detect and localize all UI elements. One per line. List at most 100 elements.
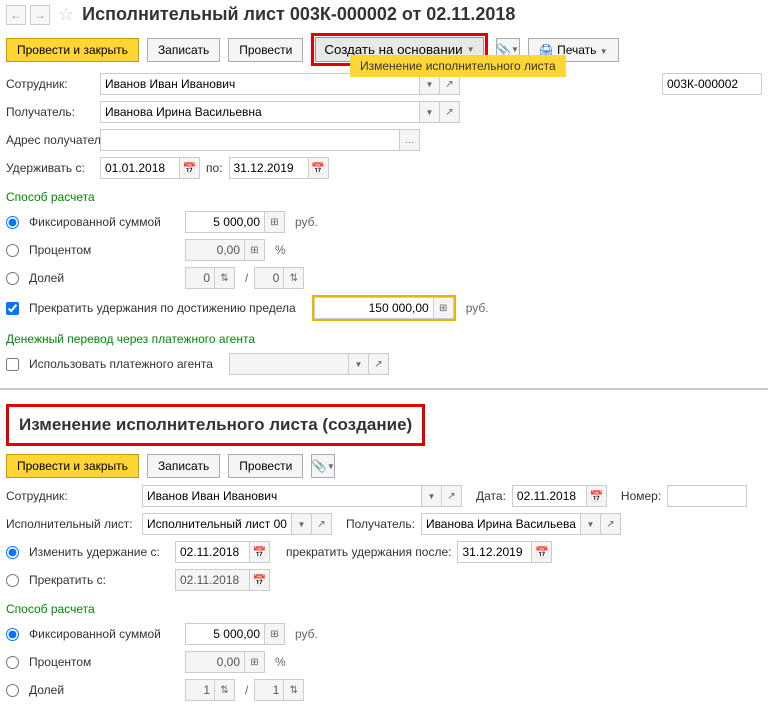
recipient-label: Получатель: (6, 105, 94, 119)
calendar-icon[interactable]: 📅 (250, 541, 270, 563)
write-button-2[interactable]: Записать (147, 454, 220, 478)
fixed-unit-2: руб. (295, 627, 318, 641)
withhold-from-label: Удерживать с: (6, 161, 94, 175)
attach-button-2[interactable]: 📎▼ (311, 454, 335, 478)
stop-date-input[interactable] (457, 541, 532, 563)
share-label: Долей (29, 271, 179, 285)
agent-section-title: Денежный перевод через платежного агента (0, 328, 768, 350)
percent-unit-2: % (275, 655, 286, 669)
share-a-input (185, 267, 215, 289)
spinner-icon: ⊞ (245, 239, 265, 261)
nav-back[interactable]: ← (6, 5, 26, 25)
recipient-input[interactable] (100, 101, 420, 123)
percent-radio-2[interactable] (6, 656, 19, 669)
sheet-label: Исполнительный лист: (6, 517, 136, 531)
address-input[interactable] (100, 129, 400, 151)
fixed-value-input-2[interactable] (185, 623, 265, 645)
page-title-2: Изменение исполнительного листа (создани… (19, 415, 412, 434)
percent-value-input-2 (185, 651, 245, 673)
fixed-unit: руб. (295, 215, 318, 229)
limit-value-input[interactable] (314, 297, 434, 319)
docnum-input[interactable] (662, 73, 762, 95)
spinner-icon: ⇅ (215, 679, 235, 701)
date-to-input[interactable] (229, 157, 309, 179)
recipient-input-2[interactable] (421, 513, 581, 535)
stop-from-label: Прекратить с: (29, 573, 169, 587)
conduct-button-2[interactable]: Провести (228, 454, 303, 478)
fixed-value-input[interactable] (185, 211, 265, 233)
share-radio[interactable] (6, 272, 19, 285)
employee-input-2[interactable] (142, 485, 422, 507)
limit-unit: руб. (466, 301, 489, 315)
date-from-input[interactable] (100, 157, 180, 179)
nav-forward[interactable]: → (30, 5, 50, 25)
star-icon[interactable]: ☆ (58, 4, 74, 25)
spinner-icon: ⇅ (215, 267, 235, 289)
open-icon[interactable]: ↗ (442, 485, 462, 507)
share-radio-2[interactable] (6, 684, 19, 697)
change-from-label: Изменить удержание с: (29, 545, 169, 559)
percent-radio[interactable] (6, 244, 19, 257)
calendar-icon[interactable]: 📅 (532, 541, 552, 563)
stop-from-date-input (175, 569, 250, 591)
spinner-icon[interactable]: ⊞ (265, 623, 285, 645)
dropdown-icon[interactable]: ▼ (420, 101, 440, 123)
stop-limit-checkbox[interactable] (6, 302, 19, 315)
calendar-icon[interactable]: 📅 (180, 157, 200, 179)
open-icon[interactable]: ↗ (312, 513, 332, 535)
spinner-icon[interactable]: ⊞ (265, 211, 285, 233)
agent-input (229, 353, 349, 375)
highlight-title2: Изменение исполнительного листа (создани… (6, 404, 425, 446)
share-sep: / (245, 271, 248, 285)
use-agent-checkbox[interactable] (6, 358, 19, 371)
calendar-icon: 📅 (250, 569, 270, 591)
date-input-2[interactable] (512, 485, 587, 507)
create-based-tooltip[interactable]: Изменение исполнительного листа (350, 55, 566, 77)
fixed-radio[interactable] (6, 216, 19, 229)
open-icon[interactable]: ↗ (601, 513, 621, 535)
dropdown-icon[interactable]: ▼ (422, 485, 442, 507)
calc-section-title: Способ расчета (0, 186, 768, 208)
write-button[interactable]: Записать (147, 38, 220, 62)
percent-value-input (185, 239, 245, 261)
change-from-radio[interactable] (6, 546, 19, 559)
share-sep-2: / (245, 683, 248, 697)
change-date-input[interactable] (175, 541, 250, 563)
calendar-icon[interactable]: 📅 (309, 157, 329, 179)
page-title: Исполнительный лист 003К-000002 от 02.11… (82, 4, 515, 25)
percent-label: Процентом (29, 243, 179, 257)
to-label: по: (206, 161, 223, 175)
spinner-icon: ⇅ (284, 679, 304, 701)
spinner-icon: ⊞ (245, 651, 265, 673)
stop-after-label: прекратить удержания после: (286, 545, 451, 559)
spinner-icon: ⇅ (284, 267, 304, 289)
date-label-2: Дата: (476, 489, 506, 503)
conduct-button[interactable]: Провести (228, 38, 303, 62)
fixed-radio-2[interactable] (6, 628, 19, 641)
conduct-close-button[interactable]: Провести и закрыть (6, 38, 139, 62)
share-b-input (254, 267, 284, 289)
conduct-close-button-2[interactable]: Провести и закрыть (6, 454, 139, 478)
calc2-section-title: Способ расчета (0, 598, 768, 620)
dropdown-icon: ▼ (349, 353, 369, 375)
ellipsis-icon[interactable]: … (400, 129, 420, 151)
spinner-icon[interactable]: ⊞ (434, 297, 454, 319)
employee-label: Сотрудник: (6, 77, 94, 91)
sheet-input[interactable] (142, 513, 292, 535)
number-label-2: Номер: (621, 489, 661, 503)
open-icon: ↗ (369, 353, 389, 375)
open-icon[interactable]: ↗ (440, 101, 460, 123)
fixed-label: Фиксированной суммой (29, 215, 179, 229)
stop-limit-label: Прекратить удержания по достижению преде… (29, 301, 296, 315)
dropdown-icon[interactable]: ▼ (581, 513, 601, 535)
share-b-input-2 (254, 679, 284, 701)
chevron-down-icon: ▼ (467, 45, 475, 54)
dropdown-icon[interactable]: ▼ (292, 513, 312, 535)
share-label-2: Долей (29, 683, 179, 697)
fixed-label-2: Фиксированной суммой (29, 627, 179, 641)
employee-label-2: Сотрудник: (6, 489, 136, 503)
calendar-icon[interactable]: 📅 (587, 485, 607, 507)
stop-from-radio[interactable] (6, 574, 19, 587)
number-input-2[interactable] (667, 485, 747, 507)
recipient-label-2: Получатель: (346, 517, 415, 531)
